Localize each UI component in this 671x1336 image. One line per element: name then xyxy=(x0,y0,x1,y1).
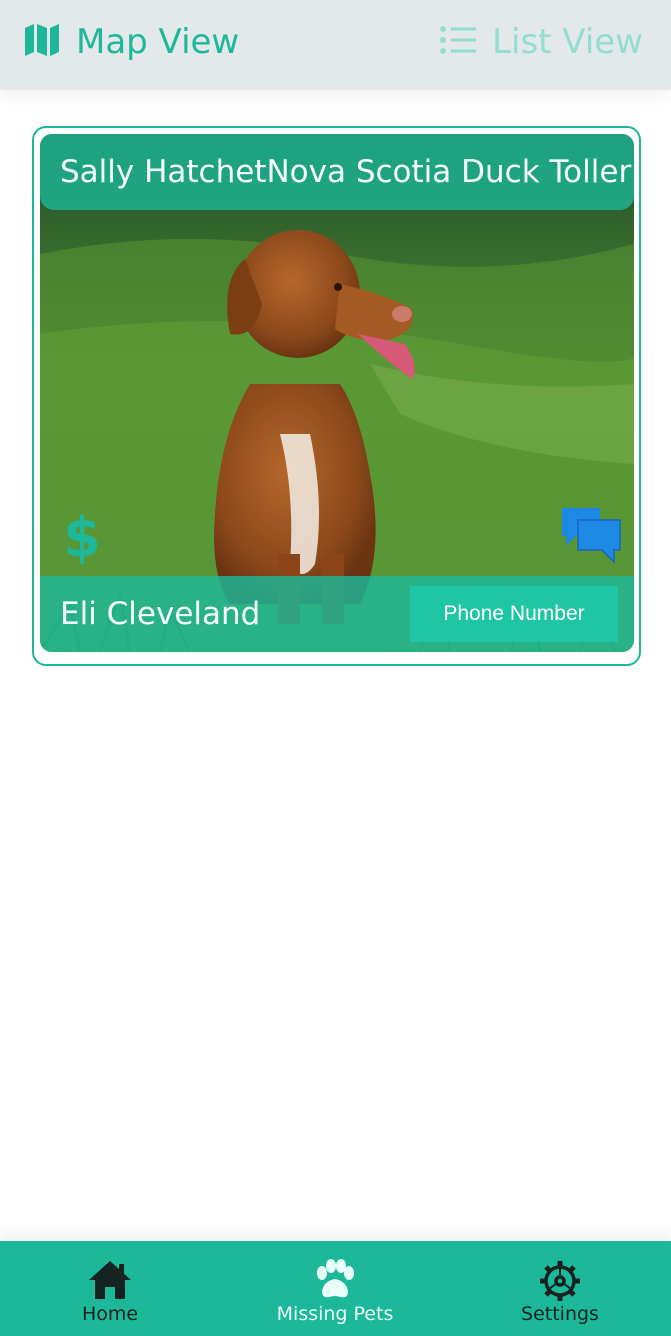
dollar-icon: $ xyxy=(58,508,106,564)
map-icon xyxy=(24,23,60,61)
tab-list-view-label: List View xyxy=(492,22,643,62)
chat-bubbles-icon[interactable] xyxy=(560,506,622,566)
pet-name: Sally Hatchet xyxy=(60,154,267,190)
bottom-navigation: Home Missing Pets Settings xyxy=(0,1241,671,1336)
tab-map-view[interactable]: Map View xyxy=(24,0,239,84)
nav-home-label: Home xyxy=(81,1303,139,1325)
missing-pet-card[interactable]: Sally Hatchet Nova Scotia Duck Toller $ … xyxy=(32,126,641,666)
dog-photo: Sally Hatchet Nova Scotia Duck Toller $ … xyxy=(40,134,634,652)
home-icon xyxy=(87,1259,133,1305)
nav-settings-label: Settings xyxy=(521,1303,599,1325)
gear-icon xyxy=(537,1259,583,1307)
svg-text:$: $ xyxy=(63,508,101,564)
nav-missing-pets[interactable]: Missing Pets xyxy=(255,1241,415,1336)
top-bar: Map View List View xyxy=(0,0,671,90)
tab-list-view[interactable]: List View xyxy=(440,0,643,84)
phone-number-button[interactable]: Phone Number xyxy=(410,586,618,642)
owner-band: Eli Cleveland Phone Number xyxy=(40,576,634,652)
owner-name: Eli Cleveland xyxy=(60,596,261,632)
pet-breed: Nova Scotia Duck Toller xyxy=(266,154,632,190)
nav-missing-pets-label: Missing Pets xyxy=(276,1303,394,1325)
pet-title-band: Sally Hatchet Nova Scotia Duck Toller xyxy=(40,134,634,210)
tab-map-view-label: Map View xyxy=(76,22,240,62)
nav-settings[interactable]: Settings xyxy=(480,1241,640,1336)
paw-icon xyxy=(312,1259,358,1305)
list-icon xyxy=(440,25,477,59)
nav-home[interactable]: Home xyxy=(30,1241,190,1336)
